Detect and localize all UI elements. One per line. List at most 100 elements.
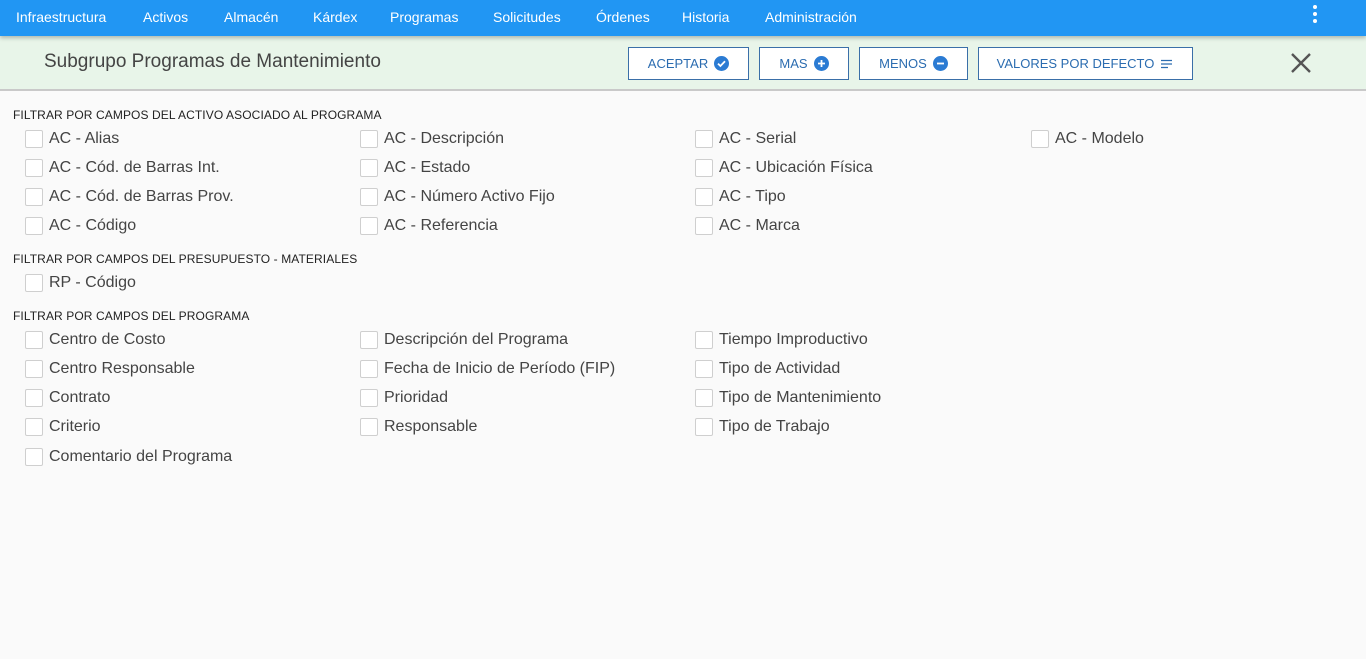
checkbox-box[interactable] [360, 389, 378, 407]
checkbox-label: Contrato [49, 389, 111, 406]
checkbox-box[interactable] [695, 217, 713, 235]
checkbox-box[interactable] [25, 188, 43, 206]
more-button-label: MAS [779, 56, 808, 71]
nav-item-almacen[interactable]: Almacén [224, 0, 278, 36]
checkbox-fecha-inicio-periodo[interactable]: Fecha de Inicio de Período (FIP) [360, 358, 615, 380]
checkbox-box[interactable] [25, 159, 43, 177]
checkbox-box[interactable] [695, 331, 713, 349]
checkbox-ac-codigo[interactable]: AC - Código [25, 215, 136, 237]
section-title-activo: FILTRAR POR CAMPOS DEL ACTIVO ASOCIADO A… [13, 108, 382, 122]
checkbox-box[interactable] [25, 389, 43, 407]
checkbox-box[interactable] [360, 188, 378, 206]
checkbox-ac-serial[interactable]: AC - Serial [695, 128, 796, 150]
checkbox-box[interactable] [360, 360, 378, 378]
checkbox-label: Tipo de Mantenimiento [719, 389, 882, 406]
checkbox-ac-ubicacion-fisica[interactable]: AC - Ubicación Física [695, 157, 873, 179]
accept-button[interactable]: ACEPTAR [628, 47, 749, 80]
checkbox-ac-descripcion[interactable]: AC - Descripción [360, 128, 504, 150]
checkbox-box[interactable] [695, 389, 713, 407]
checkbox-box[interactable] [1031, 130, 1049, 148]
checkbox-label: Tiempo Improductivo [719, 331, 868, 348]
nav-item-infraestructura[interactable]: Infraestructura [16, 0, 106, 36]
checkbox-contrato[interactable]: Contrato [25, 387, 110, 409]
checkbox-ac-alias[interactable]: AC - Alias [25, 128, 119, 150]
more-vert-icon[interactable] [1302, 3, 1328, 25]
checkbox-box[interactable] [695, 360, 713, 378]
nav-item-solicitudes[interactable]: Solicitudes [493, 0, 561, 36]
checkbox-label: AC - Tipo [719, 188, 786, 205]
close-icon[interactable] [1288, 50, 1314, 76]
page-title: Subgrupo Programas de Mantenimiento [44, 51, 381, 72]
checkbox-label: AC - Modelo [1055, 130, 1144, 147]
checkbox-box[interactable] [695, 418, 713, 436]
checkbox-ac-referencia[interactable]: AC - Referencia [360, 215, 498, 237]
checkbox-tipo-de-mantenimiento[interactable]: Tipo de Mantenimiento [695, 387, 881, 409]
add-circle-icon [813, 56, 829, 71]
checkbox-label: AC - Marca [719, 217, 800, 234]
nav-item-activos[interactable]: Activos [143, 0, 188, 36]
checkbox-label: AC - Descripción [384, 130, 505, 147]
checkbox-box[interactable] [360, 331, 378, 349]
checkbox-label: Descripción del Programa [384, 331, 569, 348]
less-button-label: MENOS [879, 56, 927, 71]
checkbox-label: Criterio [49, 418, 101, 435]
checkbox-label: Tipo de Actividad [719, 360, 841, 377]
checkbox-box[interactable] [695, 130, 713, 148]
nav-item-kardex[interactable]: Kárdex [313, 0, 357, 36]
top-nav-bar: Infraestructura Activos Almacén Kárdex P… [0, 0, 1366, 36]
checkbox-tipo-de-trabajo[interactable]: Tipo de Trabajo [695, 416, 830, 438]
checkbox-box[interactable] [25, 331, 43, 349]
checkbox-box[interactable] [25, 418, 43, 436]
checkbox-box[interactable] [25, 217, 43, 235]
more-button[interactable]: MAS [759, 47, 849, 80]
checkbox-label: Prioridad [384, 389, 449, 406]
nav-item-historia[interactable]: Historia [682, 0, 729, 36]
checkbox-centro-de-costo[interactable]: Centro de Costo [25, 329, 166, 351]
checkbox-label: AC - Ubicación Física [719, 159, 873, 176]
checkbox-ac-cod-barras-int[interactable]: AC - Cód. de Barras Int. [25, 157, 220, 179]
checkbox-descripcion-del-programa[interactable]: Descripción del Programa [360, 329, 568, 351]
checkbox-label: RP - Código [49, 274, 136, 291]
checkbox-box[interactable] [360, 130, 378, 148]
checkbox-box[interactable] [25, 274, 43, 292]
accept-button-label: ACEPTAR [647, 56, 709, 71]
checkbox-box[interactable] [360, 159, 378, 177]
checkbox-box[interactable] [695, 159, 713, 177]
checkbox-ac-numero-activo-fijo[interactable]: AC - Número Activo Fijo [360, 186, 555, 208]
check-circle-icon [714, 56, 730, 71]
checkbox-ac-tipo[interactable]: AC - Tipo [695, 186, 786, 208]
checkbox-label: Fecha de Inicio de Período (FIP) [384, 360, 616, 377]
checkbox-ac-modelo[interactable]: AC - Modelo [1031, 128, 1144, 150]
checkbox-ac-cod-barras-prov[interactable]: AC - Cód. de Barras Prov. [25, 186, 234, 208]
section-title-programa: FILTRAR POR CAMPOS DEL PROGRAMA [13, 309, 250, 323]
defaults-button[interactable]: VALORES POR DEFECTO [978, 47, 1193, 80]
checkbox-tiempo-improductivo[interactable]: Tiempo Improductivo [695, 329, 868, 351]
checkbox-label: AC - Cód. de Barras Prov. [49, 188, 234, 205]
checkbox-prioridad[interactable]: Prioridad [360, 387, 448, 409]
checkbox-box[interactable] [25, 448, 43, 466]
less-button[interactable]: MENOS [859, 47, 968, 80]
checkbox-ac-marca[interactable]: AC - Marca [695, 215, 800, 237]
checkbox-rp-codigo[interactable]: RP - Código [25, 272, 136, 294]
checkbox-box[interactable] [360, 217, 378, 235]
checkbox-label: AC - Referencia [384, 217, 498, 234]
checkbox-label: AC - Estado [384, 159, 471, 176]
checkbox-centro-responsable[interactable]: Centro Responsable [25, 358, 195, 380]
checkbox-label: AC - Número Activo Fijo [384, 188, 555, 205]
checkbox-label: AC - Código [49, 217, 137, 234]
checkbox-label: Centro Responsable [49, 360, 195, 377]
checkbox-tipo-de-actividad[interactable]: Tipo de Actividad [695, 358, 840, 380]
checkbox-box[interactable] [360, 418, 378, 436]
checkbox-ac-estado[interactable]: AC - Estado [360, 157, 470, 179]
checkbox-label: Tipo de Trabajo [719, 418, 830, 435]
checkbox-criterio[interactable]: Criterio [25, 416, 101, 438]
checkbox-box[interactable] [25, 360, 43, 378]
checkbox-box[interactable] [695, 188, 713, 206]
checkbox-box[interactable] [25, 130, 43, 148]
nav-item-programas[interactable]: Programas [390, 0, 458, 36]
nav-item-administracion[interactable]: Administración [765, 0, 857, 36]
nav-item-ordenes[interactable]: Órdenes [596, 0, 650, 36]
checkbox-comentario-del-programa[interactable]: Comentario del Programa [25, 446, 232, 468]
page-header: Subgrupo Programas de Mantenimiento ACEP… [0, 36, 1366, 91]
checkbox-responsable[interactable]: Responsable [360, 416, 477, 438]
